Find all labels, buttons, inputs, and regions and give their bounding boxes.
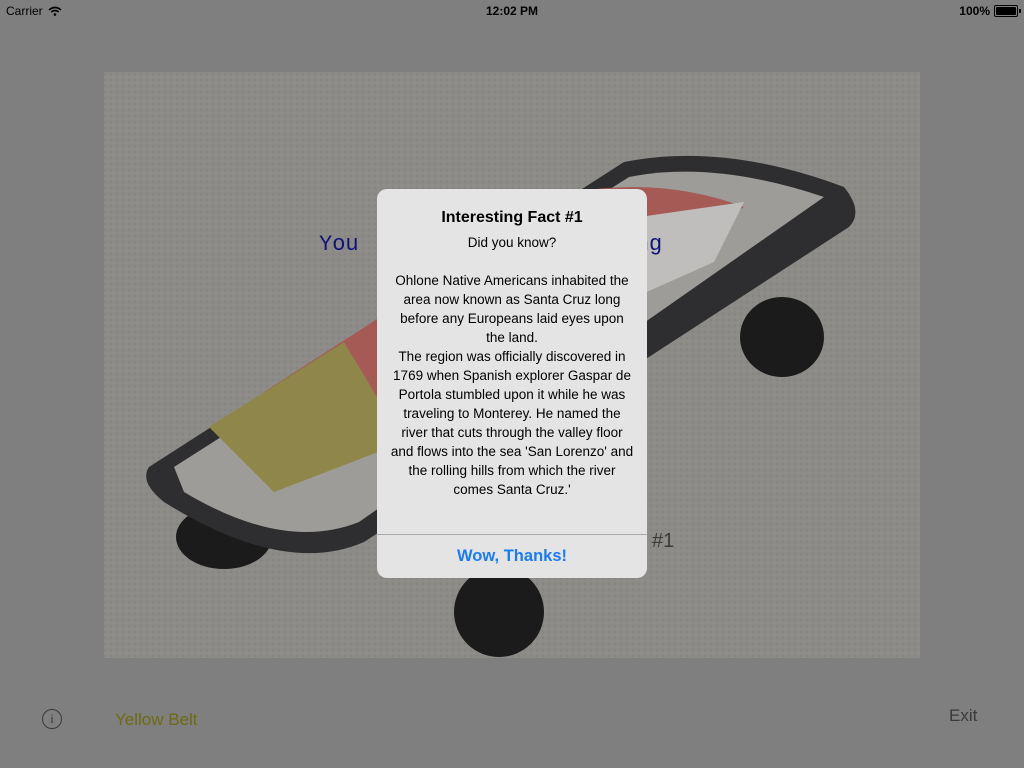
status-right: 100% — [959, 4, 1021, 18]
background-fact-tag: #1 — [652, 530, 675, 552]
alert-dialog: Interesting Fact #1 Did you know? Ohlone… — [377, 189, 647, 578]
wow-thanks-button[interactable]: Wow, Thanks! — [377, 535, 647, 578]
alert-message: Did you know? Ohlone Native Americans in… — [390, 235, 634, 497]
battery-percent: 100% — [959, 4, 990, 18]
battery-icon — [994, 5, 1021, 17]
status-bar: Carrier 12:02 PM 100% — [0, 0, 1024, 22]
info-button[interactable]: i — [42, 709, 62, 729]
background-text-start: You — [319, 232, 359, 257]
alert-title: Interesting Fact #1 — [441, 209, 583, 226]
exit-button[interactable]: Exit — [949, 706, 977, 726]
belt-label: Yellow Belt — [115, 710, 198, 729]
status-time: 12:02 PM — [485, 4, 539, 18]
